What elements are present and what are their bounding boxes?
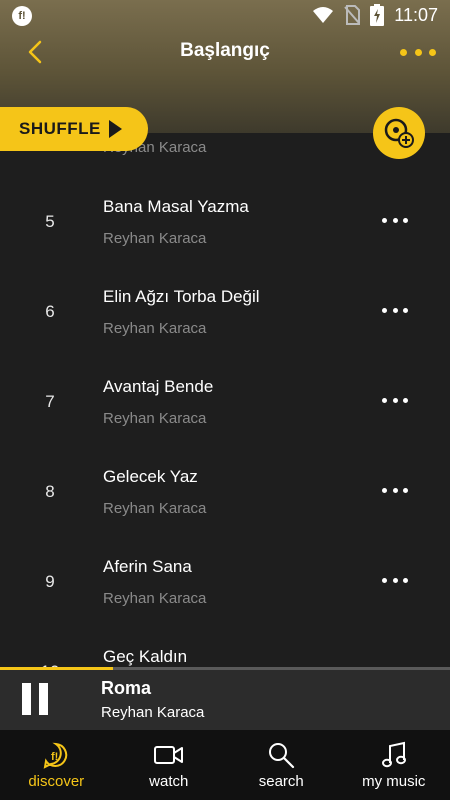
more-dot	[414, 48, 422, 56]
track-title: Elin Ağzı Torba Değil	[103, 287, 260, 306]
track-artist: Reyhan Karaca	[103, 500, 207, 517]
nav-my-music[interactable]: my music	[338, 730, 450, 800]
track-title: Aferin Sana	[103, 557, 192, 576]
shuffle-button[interactable]: SHUFFLE	[0, 107, 148, 151]
track-artist: Reyhan Karaca	[103, 230, 207, 247]
battery-charging-icon	[370, 4, 385, 26]
nav-search[interactable]: search	[225, 730, 338, 800]
more-options-button[interactable]	[400, 38, 436, 66]
svg-text:f!: f!	[51, 751, 58, 763]
track-title: Gelecek Yaz	[103, 467, 198, 486]
play-icon	[108, 120, 122, 138]
nav-watch[interactable]: watch	[113, 730, 226, 800]
track-row[interactable]: 6 Elin Ağzı Torba Değil Reyhan Karaca	[0, 266, 450, 356]
track-number: 9	[45, 572, 55, 591]
track-row[interactable]: 8 Gelecek Yaz Reyhan Karaca	[0, 446, 450, 536]
pause-button[interactable]	[22, 683, 48, 715]
top-bar: Başlangıç	[0, 32, 450, 72]
app-notification-icon: f!	[12, 6, 32, 26]
track-number: 7	[45, 392, 55, 411]
nav-label: search	[258, 773, 304, 790]
status-clock: 11:07	[394, 4, 438, 25]
shuffle-label: SHUFFLE	[19, 119, 101, 138]
now-playing-artist: Reyhan Karaca	[101, 704, 205, 721]
track-artist: Reyhan Karaca	[103, 320, 207, 337]
pause-icon-bar	[39, 683, 48, 715]
track-row[interactable]: 9 Aferin Sana Reyhan Karaca	[0, 536, 450, 626]
track-more-button[interactable]	[382, 210, 408, 230]
search-icon	[267, 741, 295, 769]
track-row[interactable]: 10 Geç Kaldın	[0, 626, 450, 667]
nav-discover[interactable]: f! discover	[0, 730, 113, 800]
track-title: Avantaj Bende	[103, 377, 214, 396]
track-row[interactable]: 7 Avantaj Bende Reyhan Karaca	[0, 356, 450, 446]
track-artist: Reyhan Karaca	[103, 590, 207, 607]
no-sim-icon	[344, 5, 361, 25]
status-bar: f! 11:07	[0, 0, 450, 32]
nav-label: my music	[362, 773, 426, 790]
disc-add-icon	[384, 118, 414, 148]
bottom-navigation: f! discover watch search my music	[0, 730, 450, 800]
more-dot	[429, 48, 436, 56]
add-to-library-button[interactable]	[373, 107, 425, 159]
status-icons: 11:07	[312, 4, 438, 26]
more-dot	[400, 48, 407, 56]
track-more-button[interactable]	[382, 390, 408, 410]
track-more-button[interactable]	[382, 300, 408, 320]
pause-icon-bar	[22, 683, 31, 715]
track-title: Bana Masal Yazma	[103, 197, 249, 216]
music-note-icon	[381, 741, 407, 769]
discover-icon: f!	[42, 741, 70, 769]
track-list[interactable]: Reyhan Karaca 5 Bana Masal Yazma Reyhan …	[0, 133, 450, 667]
video-camera-icon	[153, 741, 184, 769]
now-playing-bar[interactable]: Roma Reyhan Karaca	[0, 670, 450, 730]
page-title: Başlangıç	[180, 40, 270, 61]
nav-label: watch	[149, 773, 189, 790]
track-number: 5	[45, 212, 55, 231]
track-more-button[interactable]	[382, 480, 408, 500]
track-row[interactable]: 5 Bana Masal Yazma Reyhan Karaca	[0, 176, 450, 266]
nav-label: discover	[28, 773, 85, 790]
now-playing-title: Roma	[101, 678, 152, 698]
track-number: 6	[45, 302, 55, 321]
track-more-button[interactable]	[382, 570, 408, 590]
track-title: Geç Kaldın	[103, 647, 188, 666]
track-number: 8	[45, 482, 55, 501]
track-artist: Reyhan Karaca	[103, 410, 207, 427]
wifi-icon	[313, 7, 334, 23]
